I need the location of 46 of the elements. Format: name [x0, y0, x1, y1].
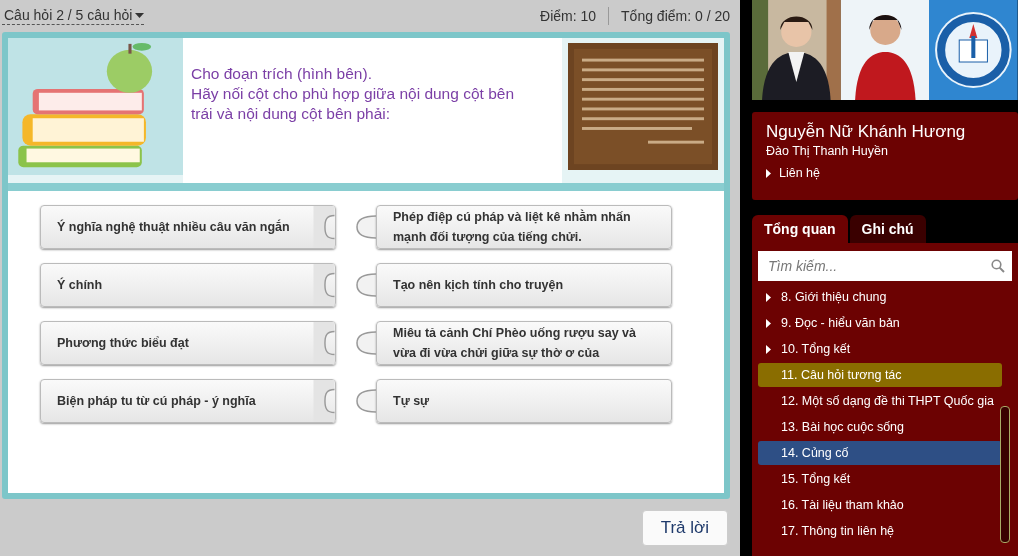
contact-link[interactable]: Liên hệ	[766, 166, 820, 180]
scrollbar[interactable]	[1000, 406, 1010, 543]
question-text: Hãy nối cột cho phù hợp giữa nội dung cột bên	[191, 84, 515, 104]
presenter-name: Nguyễn Nữ Khánh Hương	[766, 122, 966, 142]
points-label: Điểm: 10	[540, 8, 597, 24]
match-item[interactable]: Miêu tả cảnh Chí Phèo uống rượu say và vừa đi vừa chửi giữa sự thờ ơ của	[376, 321, 672, 365]
outline-item[interactable]: 17. Thông tin liên hệ	[758, 519, 1002, 543]
submit-button[interactable]: Trả lời	[641, 509, 728, 546]
triangle-icon	[766, 292, 771, 302]
presenter-subtitle: Đào Thị Thanh Huyền	[766, 144, 888, 158]
match-item[interactable]: Ý nghĩa nghệ thuật nhiều câu văn ngắn	[40, 205, 336, 249]
puzzle-notch-icon	[313, 322, 335, 364]
puzzle-tab-icon	[356, 215, 376, 239]
triangle-icon	[766, 318, 771, 328]
match-item[interactable]: Biện pháp tu từ cú pháp - ý nghĩa	[40, 379, 336, 423]
caret-icon	[135, 12, 145, 18]
question-text: trái và nội dung cột bên phải:	[191, 104, 392, 124]
triangle-icon	[766, 168, 771, 178]
total-score: Tổng điểm: 0 / 20	[621, 8, 730, 24]
puzzle-notch-icon	[313, 206, 335, 248]
triangle-icon	[766, 344, 771, 354]
match-item[interactable]: Ý chính	[40, 263, 336, 307]
outline-item[interactable]: 9. Đọc - hiểu văn bản	[758, 311, 1002, 335]
outline-item[interactable]: 13. Bài học cuộc sống	[758, 415, 1002, 439]
outline-item[interactable]: 15. Tổng kết	[758, 467, 1002, 491]
tab[interactable]: Ghi chú	[849, 215, 926, 243]
search-icon	[991, 259, 1005, 273]
question-menu[interactable]: Câu hỏi 2 / 5 câu hỏi	[2, 7, 145, 25]
puzzle-tab-icon	[356, 331, 376, 355]
match-item[interactable]: Tạo nên kịch tính cho truyện	[376, 263, 672, 307]
tab[interactable]: Tổng quan	[752, 215, 848, 243]
puzzle-tab-icon	[356, 273, 376, 297]
puzzle-tab-icon	[356, 389, 376, 413]
search-field[interactable]: Tìm kiếm...	[758, 251, 1012, 281]
question-text: Cho đoạn trích (hình bên).	[191, 64, 373, 84]
match-item[interactable]: Tự sự	[376, 379, 672, 423]
puzzle-notch-icon	[313, 380, 335, 422]
outline-item[interactable]: 11. Câu hỏi tương tác	[758, 363, 1002, 387]
outline-item[interactable]: 8. Giới thiệu chung	[758, 285, 1002, 309]
outline-item[interactable]: 16. Tài liệu tham khảo	[758, 493, 1002, 517]
outline-item[interactable]: 14. Củng cố	[758, 441, 1002, 465]
match-item[interactable]: Phép điệp cú pháp và liệt kê nhằm nhấn mạnh đối tượng của tiếng chửi.	[376, 205, 672, 249]
outline-item[interactable]: 10. Tổng kết	[758, 337, 1002, 361]
match-item[interactable]: Phương thức biểu đạt	[40, 321, 336, 365]
outline-item[interactable]: 12. Một số dạng đề thi THPT Quốc gia	[758, 389, 1002, 413]
puzzle-notch-icon	[313, 264, 335, 306]
